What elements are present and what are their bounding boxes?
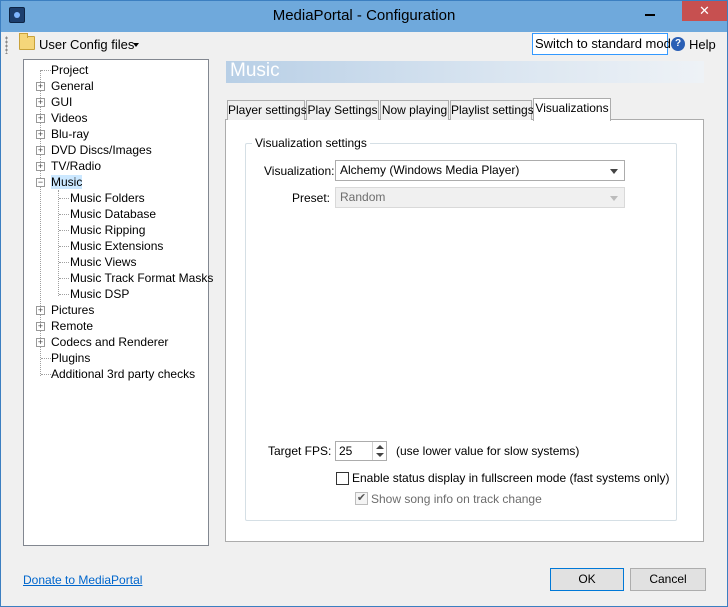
tree-guide-line bbox=[59, 294, 69, 295]
visualization-select[interactable]: Alchemy (Windows Media Player) bbox=[335, 160, 625, 181]
tree-guide-line bbox=[59, 214, 69, 215]
tree-item-general[interactable]: General bbox=[51, 78, 94, 94]
target-fps-stepper[interactable]: 25 bbox=[335, 441, 387, 461]
tree-item-gui[interactable]: GUI bbox=[51, 94, 72, 110]
tree-item-music[interactable]: Music bbox=[51, 174, 83, 190]
tree-item-music-dsp[interactable]: Music DSP bbox=[70, 286, 129, 302]
spin-up-icon[interactable] bbox=[376, 445, 384, 449]
tree-item-blu-ray[interactable]: Blu-ray bbox=[51, 126, 89, 142]
status-display-checkbox[interactable] bbox=[336, 472, 349, 485]
tree-guide-line bbox=[59, 278, 69, 279]
folder-icon bbox=[19, 33, 35, 50]
tree-item-music-track-format-masks[interactable]: Music Track Format Masks bbox=[70, 270, 213, 286]
ok-button[interactable]: OK bbox=[550, 568, 624, 591]
tree-expander-dvd[interactable]: + bbox=[36, 146, 45, 155]
tree-expander-pictures[interactable]: + bbox=[36, 306, 45, 315]
preset-select[interactable]: Random bbox=[335, 187, 625, 208]
preset-label: Preset: bbox=[292, 191, 331, 205]
tree-item-plugins[interactable]: Plugins bbox=[51, 350, 90, 366]
tree-guide-line bbox=[41, 358, 51, 359]
tab-playlist-settings[interactable]: Playlist settings bbox=[450, 100, 534, 120]
tree-expander-videos[interactable]: + bbox=[36, 114, 45, 123]
song-info-label[interactable]: Show song info on track change bbox=[371, 492, 542, 506]
tree-item-tv-radio[interactable]: TV/Radio bbox=[51, 158, 101, 174]
visualization-label: Visualization: bbox=[264, 164, 335, 178]
tree-guide-line bbox=[59, 262, 69, 263]
toolbar-grip-icon[interactable] bbox=[5, 36, 8, 54]
status-display-label[interactable]: Enable status display in fullscreen mode… bbox=[352, 471, 669, 485]
tree-item-videos[interactable]: Videos bbox=[51, 110, 87, 126]
visualization-settings-title: Visualization settings bbox=[252, 136, 370, 150]
song-info-checkbox[interactable]: ✔ bbox=[355, 492, 368, 505]
tree-expander-gui[interactable]: + bbox=[36, 98, 45, 107]
switch-to-standard-mode-button[interactable]: Switch to standard mode bbox=[532, 33, 678, 55]
checkmark-icon: ✔ bbox=[356, 492, 367, 504]
user-config-files-menu[interactable]: User Config files bbox=[39, 37, 134, 52]
cancel-button[interactable]: Cancel bbox=[630, 568, 706, 591]
settings-tree[interactable]: Project + General + GUI + Videos + Blu-r… bbox=[23, 59, 213, 546]
tree-expander-remote[interactable]: + bbox=[36, 322, 45, 331]
window-title: MediaPortal - Configuration bbox=[272, 7, 456, 24]
toolbar: User Config files Switch to standard mod… bbox=[1, 32, 727, 58]
section-title: Music bbox=[230, 60, 280, 81]
tree-item-remote[interactable]: Remote bbox=[51, 318, 93, 334]
tree-item-music-views[interactable]: Music Views bbox=[70, 254, 136, 270]
chevron-down-icon bbox=[610, 196, 618, 201]
visualization-selected-value: Alchemy (Windows Media Player) bbox=[340, 163, 520, 177]
tree-expander-general[interactable]: + bbox=[36, 82, 45, 91]
tab-player-settings[interactable]: Player settings bbox=[227, 100, 307, 120]
tab-visualizations[interactable]: Visualizations bbox=[533, 98, 611, 121]
spin-down-icon[interactable] bbox=[376, 453, 384, 457]
tree-expander-tv-radio[interactable]: + bbox=[36, 162, 45, 171]
tree-guide-line bbox=[41, 70, 51, 71]
tree-guide-line bbox=[59, 246, 69, 247]
target-fps-label: Target FPS: bbox=[268, 444, 332, 458]
tree-item-additional-3rd-party-checks[interactable]: Additional 3rd party checks bbox=[51, 366, 195, 382]
help-button[interactable]: Help bbox=[689, 37, 716, 52]
title-bar[interactable]: MediaPortal - Configuration ✕ bbox=[1, 1, 727, 32]
chevron-down-icon[interactable] bbox=[133, 43, 139, 47]
tree-collapser-music[interactable]: − bbox=[36, 178, 45, 187]
config-window: MediaPortal - Configuration ✕ User Confi… bbox=[0, 0, 728, 607]
tree-item-codecs-and-renderer[interactable]: Codecs and Renderer bbox=[51, 334, 168, 350]
tree-expander-blu-ray[interactable]: + bbox=[36, 130, 45, 139]
tree-item-pictures[interactable]: Pictures bbox=[51, 302, 94, 318]
tree-guide-line bbox=[41, 374, 51, 375]
section-header-bar bbox=[226, 61, 704, 83]
help-icon[interactable]: ? bbox=[671, 37, 685, 51]
donate-link[interactable]: Donate to MediaPortal bbox=[23, 573, 142, 587]
tree-item-music-folders[interactable]: Music Folders bbox=[70, 190, 145, 206]
tree-guide-line bbox=[59, 230, 69, 231]
tree-item-project[interactable]: Project bbox=[51, 62, 88, 78]
tree-guide-line bbox=[59, 198, 69, 199]
minimize-button[interactable] bbox=[636, 1, 664, 21]
preset-selected-value: Random bbox=[340, 190, 386, 204]
tree-expander-codecs[interactable]: + bbox=[36, 338, 45, 347]
tree-item-music-extensions[interactable]: Music Extensions bbox=[70, 238, 163, 254]
close-icon: ✕ bbox=[699, 3, 710, 18]
fps-spin-buttons[interactable] bbox=[372, 442, 386, 460]
tree-item-music-database[interactable]: Music Database bbox=[70, 206, 156, 222]
tab-now-playing[interactable]: Now playing bbox=[380, 100, 449, 120]
tree-guide-line bbox=[58, 190, 59, 296]
close-button[interactable]: ✕ bbox=[682, 1, 727, 21]
target-fps-hint: (use lower value for slow systems) bbox=[396, 444, 580, 458]
chevron-down-icon bbox=[610, 169, 618, 174]
tree-item-dvd-discs[interactable]: DVD Discs/Images bbox=[51, 142, 152, 158]
tree-item-music-ripping[interactable]: Music Ripping bbox=[70, 222, 145, 238]
tab-play-settings[interactable]: Play Settings bbox=[306, 100, 379, 120]
target-fps-value: 25 bbox=[339, 444, 353, 458]
